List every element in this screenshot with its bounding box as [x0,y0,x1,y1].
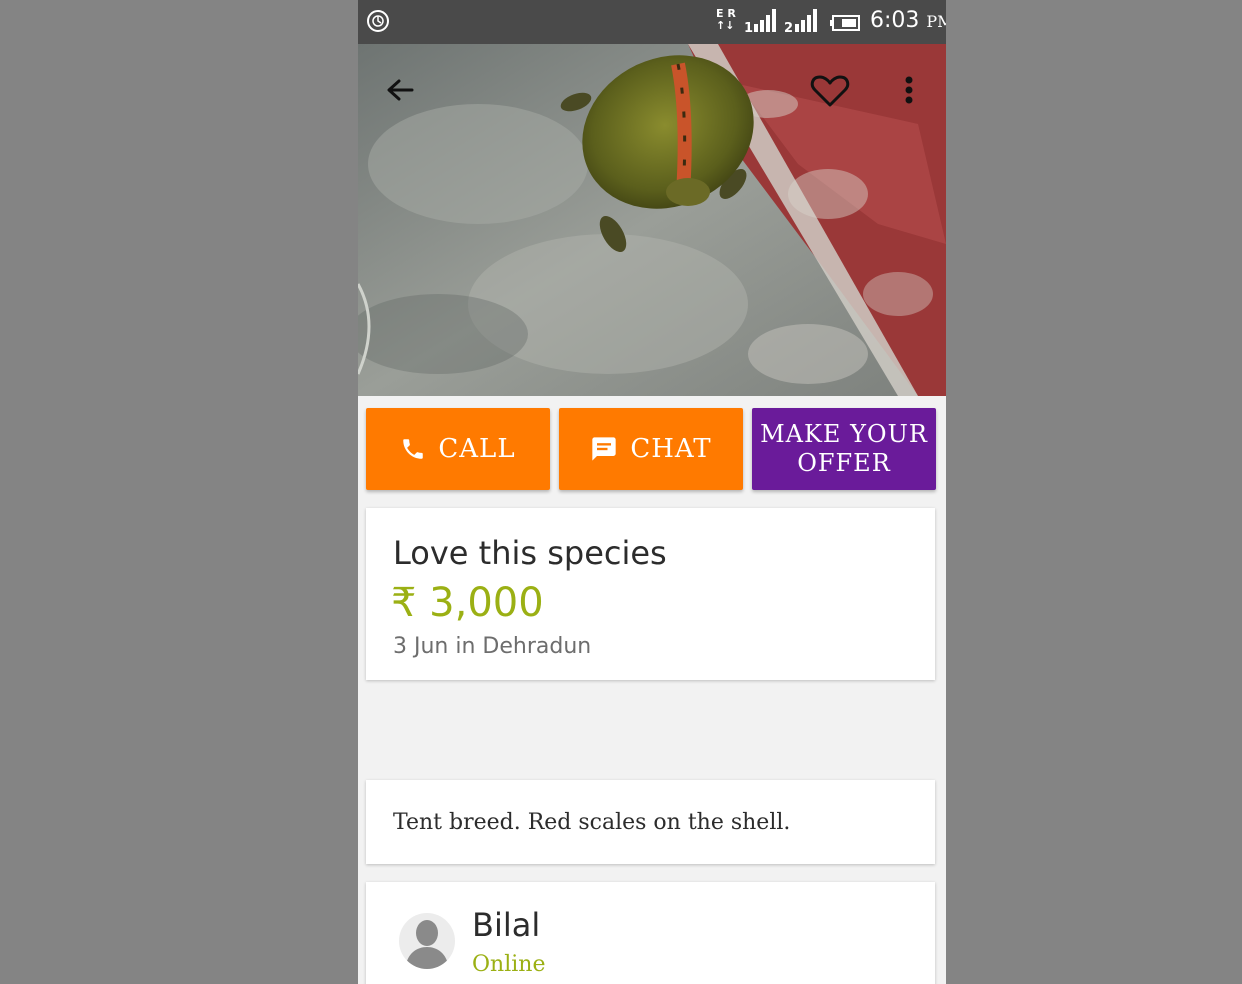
make-offer-label-line1: MAKE YOUR [760,420,928,448]
listing-date-location: 3 Jun in Dehradun [393,634,592,659]
user-silhouette-icon [405,920,449,969]
action-buttons: CALL CHAT MAKE YOUR OFFER [358,408,946,490]
favorite-button[interactable] [810,74,850,108]
listing-photo[interactable] [358,44,946,396]
status-bar: E R ↑↓ 1 2 6:03 PM [358,0,946,44]
sim2-label: 2 [784,21,793,34]
call-label: CALL [438,434,516,464]
heart-icon [810,75,850,107]
battery-icon [830,15,860,31]
more-vertical-icon [905,76,913,104]
listing-summary-card: Love this species ₹ 3,000 3 Jun in Dehra… [366,508,935,680]
listing-title: Love this species [393,534,667,572]
phone-screen: E R ↑↓ 1 2 6:03 PM CALL CHAT MAKE YOUR O… [358,0,946,984]
phone-icon [403,439,424,459]
turtle-photo-illustration [358,44,946,396]
description-card: Tent breed. Red scales on the shell. [366,780,935,864]
description-text: Tent breed. Red scales on the shell. [393,810,791,835]
app-notification-icon [367,10,389,32]
avatar[interactable] [399,913,455,969]
seller-status: Online [472,952,546,977]
status-clock: 6:03 PM [870,8,946,33]
clock-time: 6:03 [870,8,920,33]
make-offer-button[interactable]: MAKE YOUR OFFER [752,408,936,490]
clock-ampm: PM [926,12,946,31]
sim1-label: 1 [744,21,753,34]
network-type-label: E R [716,7,736,20]
chat-button[interactable]: CHAT [559,408,743,490]
listing-price: ₹ 3,000 [391,580,544,626]
seller-name: Bilal [472,906,541,944]
chat-label: CHAT [630,434,712,464]
seller-card[interactable]: Bilal Online [366,882,935,984]
back-arrow-icon [387,79,414,101]
data-arrows-icon: E R ↑↓ [716,7,736,32]
chat-bubble-icon [592,437,617,461]
more-options-button[interactable] [898,74,920,108]
make-offer-label-line2: OFFER [797,449,891,477]
call-button[interactable]: CALL [366,408,550,490]
signal-icon: 1 [744,9,776,34]
back-button[interactable] [384,76,416,104]
signal-icon: 2 [784,9,817,34]
make-offer-label: MAKE YOUR OFFER [760,420,928,478]
